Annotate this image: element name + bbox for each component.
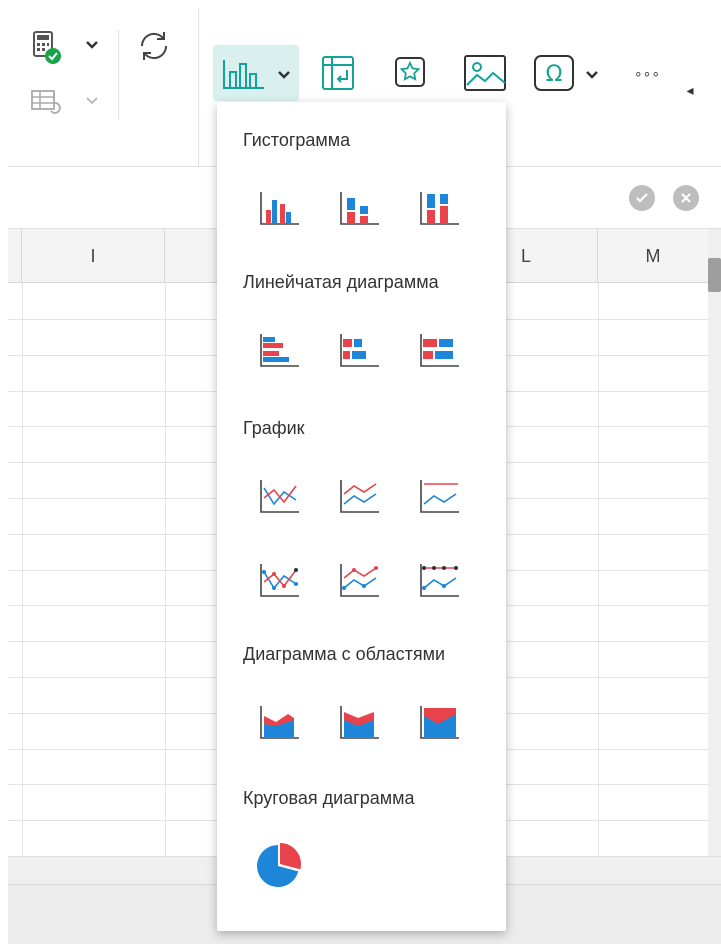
chart-bar-stacked[interactable] <box>335 328 385 372</box>
collapse-toolbar-button[interactable]: ◂ <box>682 80 698 100</box>
chart-area-stacked-100[interactable] <box>415 700 465 744</box>
recalculate-icon <box>31 90 61 114</box>
line-markers-chart-icon <box>260 564 299 597</box>
line-stacked-100-markers-chart-icon <box>420 564 459 597</box>
section-title-pie: Круговая диаграмма <box>243 788 415 808</box>
section-title-area: Диаграмма с областями <box>243 644 446 664</box>
bar-clustered-chart-icon <box>260 334 299 367</box>
chart-area-stacked[interactable] <box>335 700 385 744</box>
pie-chart-icon <box>257 843 302 887</box>
line-stacked-100-chart-icon <box>420 480 459 513</box>
grid-column-line <box>165 283 166 856</box>
calculate-button[interactable] <box>26 28 66 68</box>
refresh-button[interactable] <box>134 26 174 66</box>
svg-text:Ω: Ω <box>546 62 563 87</box>
symbol-icon: Ω <box>534 55 574 91</box>
chart-dropdown-chevron[interactable] <box>276 68 292 86</box>
check-icon <box>636 193 648 203</box>
area-stacked-100-chart-icon <box>420 706 459 739</box>
column-clustered-chart-icon <box>260 192 299 225</box>
area-stacked-chart-icon <box>340 706 379 739</box>
collapse-arrow-icon: ◂ <box>686 81 694 98</box>
cancel-formula-button[interactable] <box>673 185 699 211</box>
column-stacked-100-chart-icon <box>420 192 459 225</box>
chart-line-stacked[interactable] <box>335 474 385 518</box>
chart-column-clustered[interactable] <box>255 186 305 230</box>
section-title-bar: Линейчатая диаграмма <box>243 272 439 292</box>
calculate-icon <box>33 31 61 64</box>
row-header-corner <box>8 229 22 283</box>
area-chart-icon <box>260 706 299 739</box>
refresh-icon <box>140 32 168 60</box>
chart-line-markers[interactable] <box>255 558 305 602</box>
chart-line-stacked-100-markers[interactable] <box>415 558 465 602</box>
chevron-down-icon <box>586 71 598 79</box>
chart-column-stacked[interactable] <box>335 186 385 230</box>
shapes-icon <box>395 57 425 87</box>
bar-stacked-100-chart-icon <box>420 334 459 367</box>
pivot-table-icon <box>322 56 354 90</box>
symbol-button[interactable]: Ω <box>532 52 576 94</box>
chevron-down-icon <box>86 97 98 105</box>
line-stacked-chart-icon <box>340 480 379 513</box>
chart-pie[interactable] <box>253 843 303 888</box>
recalculate-dropdown-chevron[interactable] <box>84 94 100 112</box>
recalculate-button[interactable] <box>26 82 66 118</box>
symbol-dropdown-chevron[interactable] <box>584 68 600 86</box>
more-icon: ∘∘∘ <box>633 64 661 81</box>
section-title-column: Гистограмма <box>243 130 351 150</box>
vertical-scrollbar[interactable] <box>708 229 721 856</box>
toolbar-divider <box>198 8 199 167</box>
chart-bar-clustered[interactable] <box>255 328 305 372</box>
line-stacked-markers-chart-icon <box>340 564 379 597</box>
bar-stacked-chart-icon <box>340 334 379 367</box>
calculate-dropdown-chevron[interactable] <box>84 38 100 56</box>
toolbar-divider <box>118 30 119 120</box>
vertical-scrollbar-thumb[interactable] <box>708 258 721 292</box>
pivot-table-button[interactable] <box>318 50 358 96</box>
chart-column-stacked-100[interactable] <box>415 186 465 230</box>
chart-button-icon-wrap[interactable] <box>218 54 268 94</box>
chart-area[interactable] <box>255 700 305 744</box>
close-icon <box>681 193 691 203</box>
chart-bar-stacked-100[interactable] <box>415 328 465 372</box>
chart-line[interactable] <box>255 474 305 518</box>
section-title-line: График <box>243 418 305 438</box>
line-chart-icon <box>260 480 299 513</box>
more-button[interactable]: ∘∘∘ <box>632 60 662 86</box>
chart-line-stacked-100[interactable] <box>415 474 465 518</box>
grid-column-line <box>22 283 23 856</box>
column-header-m[interactable]: M <box>598 229 708 283</box>
shapes-button[interactable] <box>392 54 428 90</box>
chart-type-menu: Гистограмма Линейчатая диаграмма График … <box>217 102 506 931</box>
grid-column-line <box>598 283 599 856</box>
chevron-down-icon <box>86 41 98 49</box>
image-icon <box>464 55 506 91</box>
chart-icon <box>223 60 264 89</box>
chevron-down-icon <box>278 71 290 79</box>
column-stacked-chart-icon <box>340 192 379 225</box>
column-header-i[interactable]: I <box>22 229 165 283</box>
image-button[interactable] <box>462 52 508 94</box>
chart-line-stacked-markers[interactable] <box>335 558 385 602</box>
confirm-formula-button[interactable] <box>629 185 655 211</box>
